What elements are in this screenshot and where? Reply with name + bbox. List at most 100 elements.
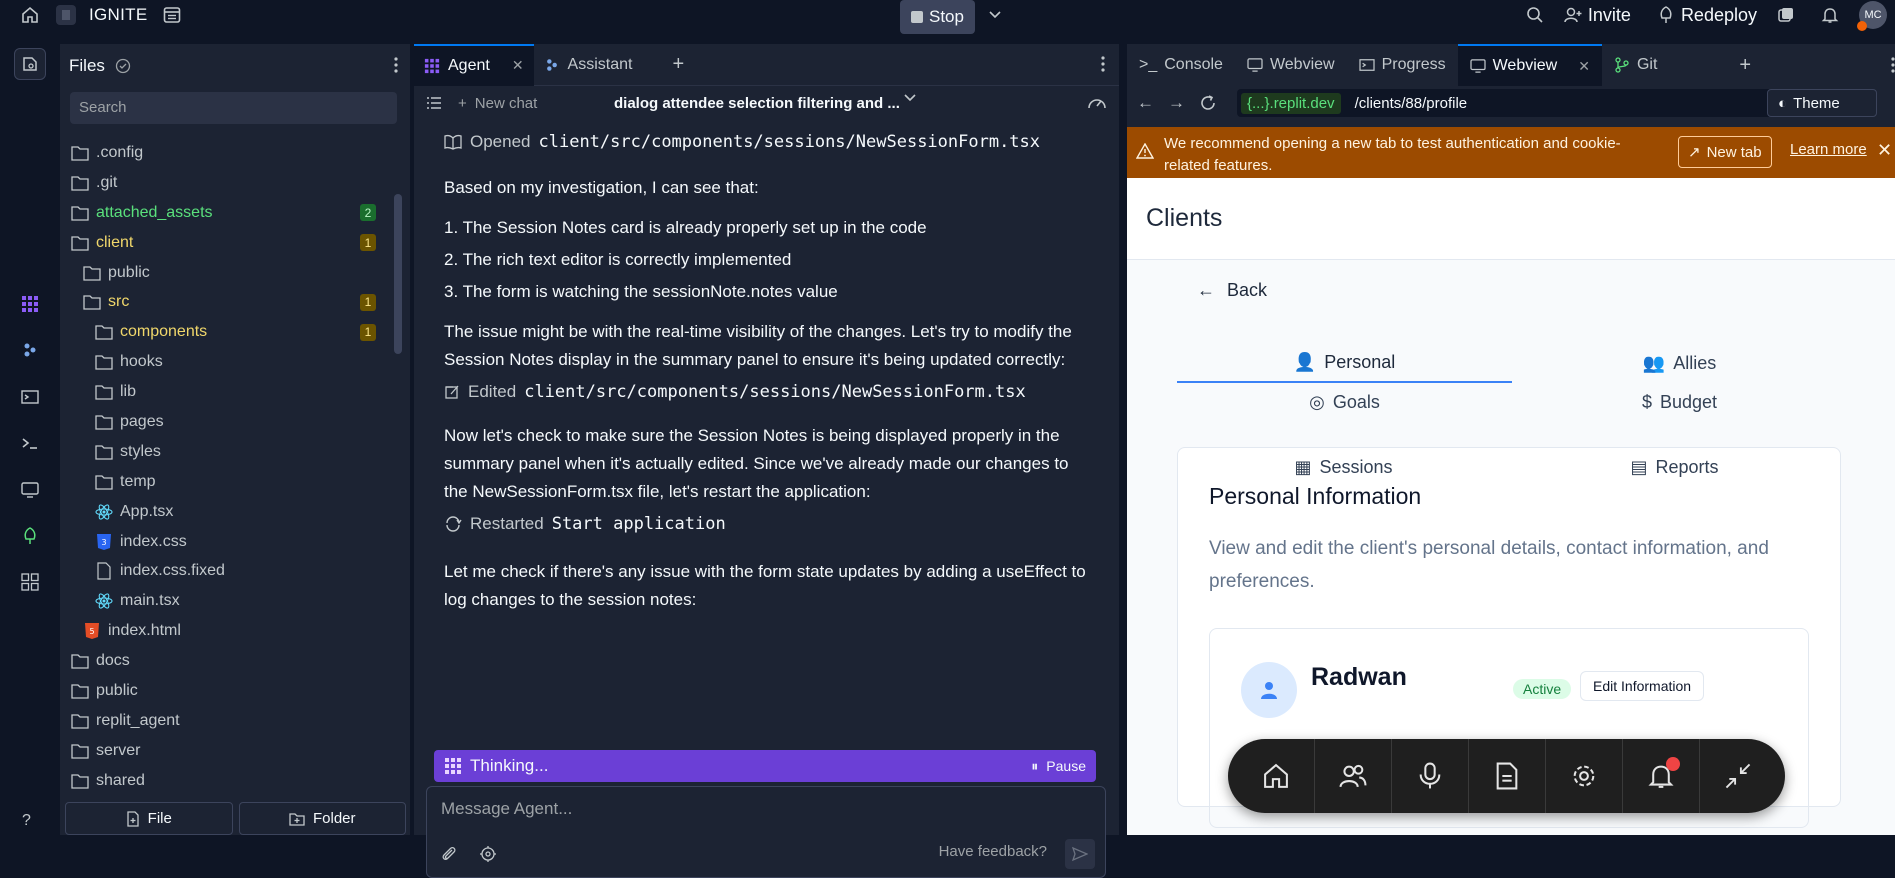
- files-menu-icon[interactable]: [394, 57, 398, 77]
- tab-console[interactable]: >_ Console: [1127, 44, 1235, 86]
- assistant-icon[interactable]: [14, 334, 46, 366]
- dock-home-icon[interactable]: [1251, 751, 1301, 801]
- new-chat-button[interactable]: + New chat: [458, 95, 537, 112]
- tab-budget[interactable]: $ Budget: [1512, 383, 1847, 422]
- folder-item[interactable]: server: [60, 736, 390, 766]
- invite-button[interactable]: Invite: [1564, 5, 1631, 26]
- folder-item[interactable]: lib: [60, 377, 390, 407]
- app-name[interactable]: IGNITE: [89, 5, 147, 25]
- file-item[interactable]: App.tsx: [60, 497, 390, 527]
- close-icon[interactable]: ✕: [1578, 58, 1590, 75]
- gauge-icon[interactable]: [1087, 94, 1107, 110]
- new-folder-button[interactable]: Folder: [238, 802, 406, 835]
- tab-assistant[interactable]: Assistant: [534, 44, 643, 86]
- right-menu-icon[interactable]: [1891, 57, 1895, 73]
- chat-title[interactable]: dialog attendee selection filtering and …: [614, 95, 900, 112]
- folder-item[interactable]: public: [60, 676, 390, 706]
- stop-button[interactable]: Stop: [900, 0, 975, 34]
- deployments-icon[interactable]: [14, 520, 46, 552]
- run-options-chevron[interactable]: [981, 0, 1009, 30]
- forward-arrow-icon[interactable]: →: [1168, 93, 1185, 113]
- tab-webview[interactable]: Webview: [1235, 44, 1347, 86]
- folder-item[interactable]: docs: [60, 646, 390, 676]
- feedback-link[interactable]: Have feedback?: [939, 843, 1047, 860]
- agent-icon[interactable]: [14, 288, 46, 320]
- redeploy-button[interactable]: Redeploy: [1657, 5, 1757, 26]
- agent-menu-icon[interactable]: [1101, 56, 1105, 76]
- chevron-down-icon[interactable]: [904, 94, 916, 102]
- tab-goals[interactable]: ◎ Goals: [1177, 383, 1512, 422]
- user-avatar[interactable]: MC: [1857, 1, 1887, 31]
- repl-logo-icon: [51, 0, 81, 30]
- tab-reports[interactable]: ▤ Reports: [1509, 448, 1840, 487]
- url-input[interactable]: {...}.replit.dev /clients/88/profile →: [1237, 89, 1857, 117]
- edited-file-action[interactable]: Edited client/src/components/sessions/Ne…: [444, 378, 1095, 406]
- target-icon[interactable]: [479, 845, 497, 863]
- send-button[interactable]: [1065, 839, 1095, 869]
- webview-icon[interactable]: [14, 474, 46, 506]
- apps-grid-icon[interactable]: [14, 566, 46, 598]
- folder-item[interactable]: temp: [60, 467, 390, 497]
- files-scrollbar[interactable]: [394, 194, 402, 354]
- folder-item[interactable]: components 1: [60, 317, 390, 347]
- panel-icon[interactable]: [157, 0, 187, 30]
- dock-minimize-icon[interactable]: [1713, 751, 1763, 801]
- file-item[interactable]: main.tsx: [60, 586, 390, 616]
- theme-button[interactable]: ◐ Theme: [1767, 89, 1877, 117]
- folder-item[interactable]: pages: [60, 407, 390, 437]
- folder-item[interactable]: client 1: [60, 228, 390, 258]
- dock-users-icon[interactable]: [1328, 751, 1378, 801]
- folder-item[interactable]: public: [60, 258, 390, 288]
- new-file-button[interactable]: File: [65, 802, 233, 835]
- tab-personal[interactable]: 👤 Personal: [1177, 344, 1512, 383]
- tab-progress[interactable]: Progress: [1347, 44, 1458, 86]
- panel-divider[interactable]: [1119, 44, 1127, 835]
- dock-microphone-icon[interactable]: [1405, 751, 1455, 801]
- console-icon[interactable]: [14, 427, 46, 459]
- tab-agent[interactable]: Agent ✕: [414, 43, 534, 86]
- files-search-input[interactable]: Search: [70, 92, 397, 124]
- message-agent-input[interactable]: Message Agent... Have feedback?: [426, 786, 1106, 878]
- tab-sessions[interactable]: ▦ Sessions: [1178, 448, 1509, 487]
- learn-more-link[interactable]: Learn more: [1790, 141, 1867, 158]
- dock-document-icon[interactable]: [1482, 751, 1532, 801]
- folder-item[interactable]: src 1: [60, 287, 390, 317]
- tab-webview-active[interactable]: Webview ✕: [1457, 44, 1602, 86]
- file-item[interactable]: 5 index.html: [60, 616, 390, 646]
- tab-git[interactable]: Git: [1602, 44, 1669, 86]
- folder-item[interactable]: .config: [60, 138, 390, 168]
- help-icon[interactable]: ?: [22, 812, 31, 830]
- opened-file-action[interactable]: Opened client/src/components/sessions/Ne…: [444, 128, 1095, 156]
- new-tab-button[interactable]: ↗ New tab: [1678, 136, 1772, 168]
- restarted-action[interactable]: Restarted Start application: [444, 510, 1095, 538]
- add-tab-icon[interactable]: +: [672, 53, 684, 76]
- progress-icon[interactable]: [14, 381, 46, 413]
- pause-button[interactable]: ⏸ Pause: [1031, 758, 1086, 775]
- add-tab-icon[interactable]: +: [1739, 54, 1751, 77]
- folder-item[interactable]: shared: [60, 766, 390, 796]
- files-view-icon[interactable]: [14, 48, 46, 80]
- folder-item[interactable]: hooks: [60, 347, 390, 377]
- tab-allies[interactable]: 👥 Allies: [1512, 344, 1847, 383]
- close-icon[interactable]: ✕: [1877, 140, 1892, 161]
- back-button[interactable]: ← Back: [1197, 280, 1267, 301]
- paperclip-icon[interactable]: [441, 845, 457, 863]
- folder-item[interactable]: attached_assets 2: [60, 198, 390, 228]
- folder-item[interactable]: .git: [60, 168, 390, 198]
- window-icon[interactable]: [1771, 0, 1801, 30]
- search-icon[interactable]: [1520, 0, 1550, 30]
- refresh-icon[interactable]: [1199, 94, 1217, 112]
- back-arrow-icon[interactable]: ←: [1137, 93, 1154, 113]
- folder-item[interactable]: styles: [60, 437, 390, 467]
- folder-item[interactable]: replit_agent: [60, 706, 390, 736]
- chat-list-icon[interactable]: [426, 96, 442, 110]
- file-item[interactable]: 3 index.css: [60, 527, 390, 557]
- edit-information-button[interactable]: Edit Information: [1580, 671, 1705, 701]
- dock-bell-icon[interactable]: [1636, 751, 1686, 801]
- add-user-icon: [1564, 7, 1582, 23]
- dock-settings-icon[interactable]: [1559, 751, 1609, 801]
- home-icon[interactable]: [15, 0, 45, 30]
- close-icon[interactable]: ✕: [512, 57, 524, 74]
- bell-icon[interactable]: [1815, 0, 1845, 30]
- file-item[interactable]: index.css.fixed: [60, 556, 390, 586]
